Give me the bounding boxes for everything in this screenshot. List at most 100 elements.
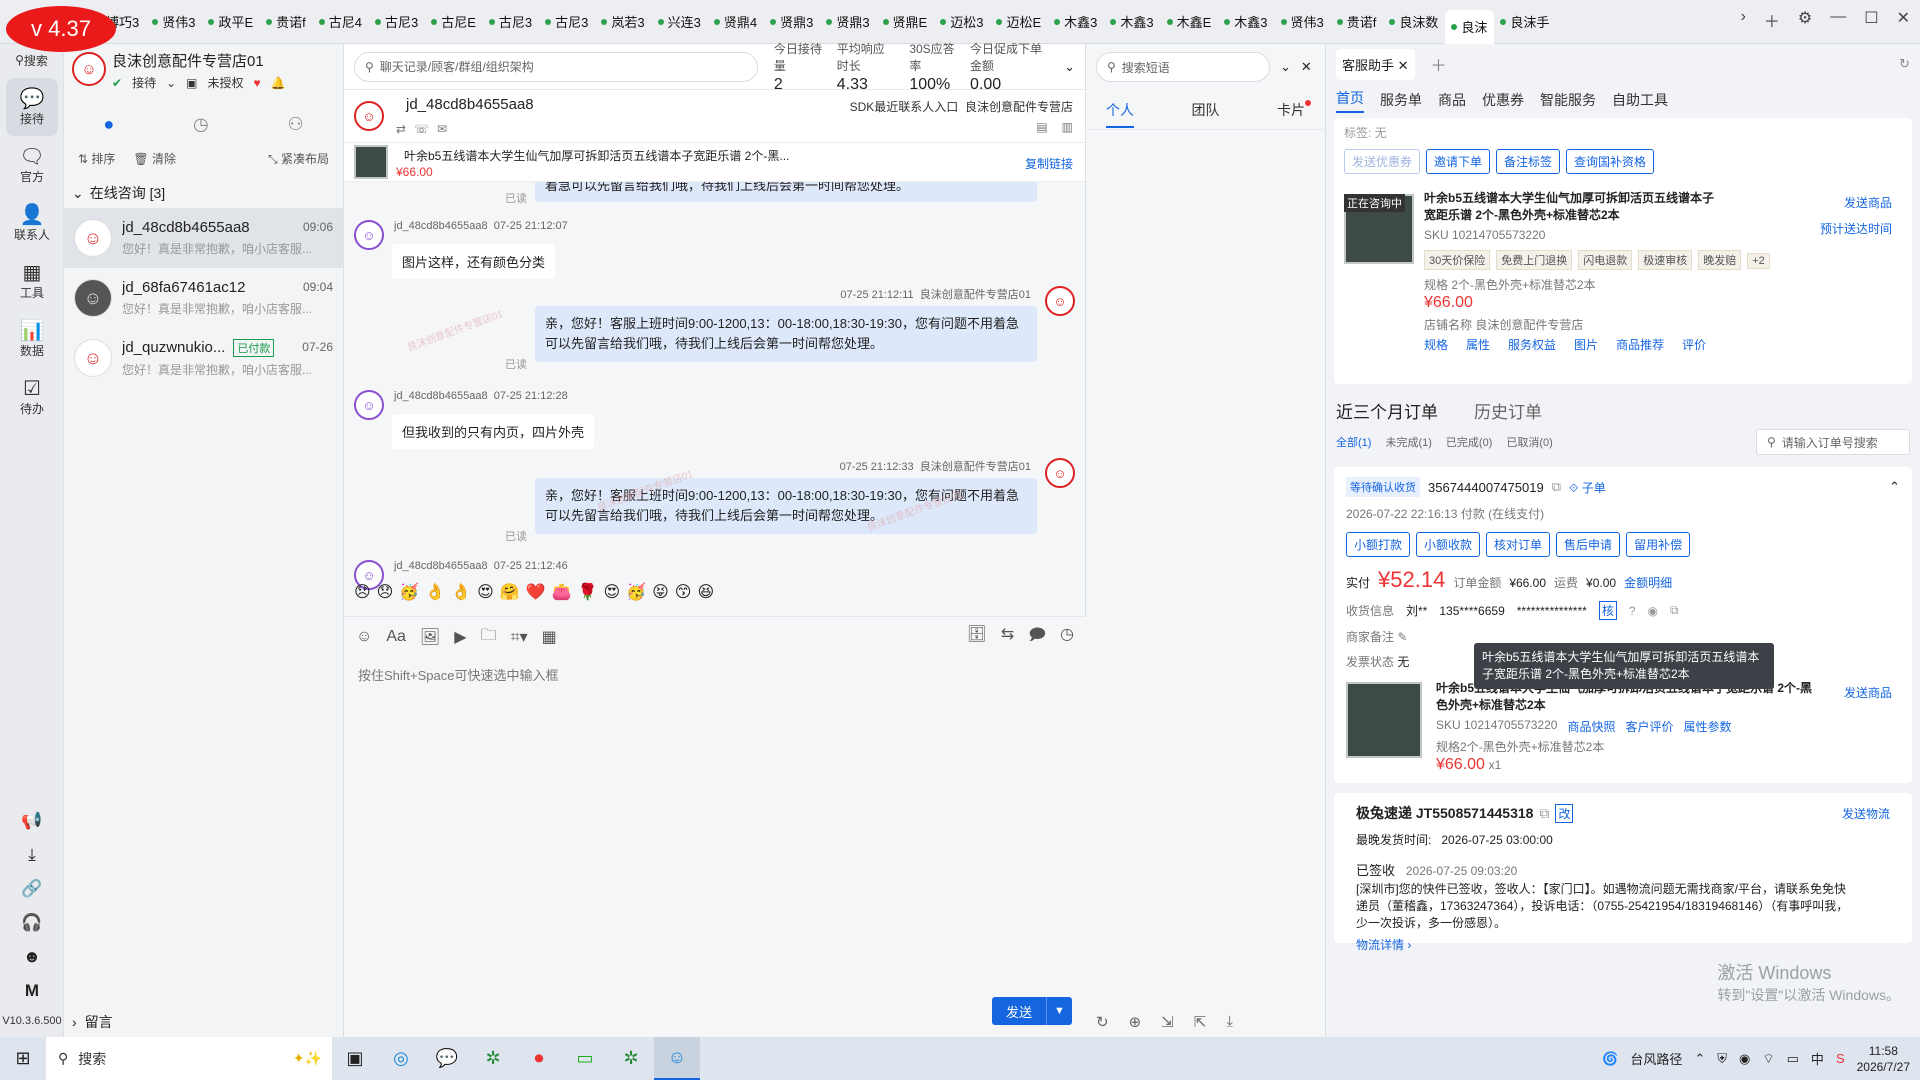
close-icon[interactable]: ✕ (1897, 8, 1910, 32)
copy-icon[interactable]: ⧉ (1539, 805, 1549, 822)
tab-shop[interactable]: 迈松3 (934, 7, 990, 37)
calculator-icon[interactable]: ▦ (542, 627, 557, 647)
assistant-nav-tab[interactable]: 服务单 (1380, 90, 1422, 110)
action-button[interactable]: 发送优惠券 (1344, 149, 1421, 174)
action-button[interactable]: 备注标签 (1496, 149, 1561, 174)
tab-shop[interactable]: 贤伟3 (1275, 7, 1331, 37)
tab-shop[interactable]: 木鑫E (1161, 7, 1219, 37)
sdk-entry-link[interactable]: SDK最近联系人入口 (850, 100, 959, 114)
nav-item-data[interactable]: 📊 数据 (0, 310, 64, 368)
close-icon[interactable]: ✕ (1398, 58, 1409, 73)
send-product-button[interactable]: 发送商品 (1844, 194, 1892, 211)
order-action-button[interactable]: 核对订单 (1486, 532, 1551, 557)
shield-icon[interactable]: ⛨ (1717, 1051, 1727, 1067)
order-item-link[interactable]: 客户评价 (1625, 718, 1673, 735)
nav-item-contacts[interactable]: 👤 联系人 (0, 194, 64, 252)
action-button[interactable]: 邀请下单 (1426, 149, 1491, 174)
assistant-nav-tab[interactable]: 优惠券 (1482, 90, 1524, 110)
tab-shop[interactable]: 木鑫3 (1218, 7, 1274, 37)
send-options-icon[interactable]: ▼ (1046, 997, 1072, 1025)
order-action-button[interactable]: 小额收款 (1416, 532, 1481, 557)
link-icon[interactable]: 🔗 (21, 879, 42, 899)
tab-shop[interactable]: 木鑫3 (1048, 7, 1104, 37)
order-action-button[interactable]: 小额打款 (1346, 532, 1411, 557)
sub-order-link[interactable]: ⟐ 子单 (1569, 479, 1606, 496)
transfer-icon[interactable]: ⇆ (1001, 624, 1014, 651)
new-tab-icon[interactable]: ＋ (1764, 8, 1780, 32)
headset-icon[interactable]: 🎧 (21, 913, 42, 933)
tab-shop[interactable]: 良沫数 (1383, 7, 1445, 37)
comment-icon[interactable]: 🗩 (1028, 624, 1046, 651)
tab-personal[interactable]: 个人 (1106, 100, 1134, 128)
order-filter[interactable]: 全部(1) (1336, 434, 1371, 450)
chevron-down-icon[interactable]: ⌄ (1064, 59, 1075, 75)
send-logistics-button[interactable]: 发送物流 (1842, 805, 1890, 822)
product-link[interactable]: 商品推荐 (1616, 336, 1664, 353)
collapse-icon[interactable]: ⌃ (1889, 479, 1900, 495)
tab-shop[interactable]: 古尼3 (483, 7, 539, 37)
app-icon[interactable]: ☺ (654, 1037, 700, 1080)
app-icon[interactable]: ⏺ (516, 1037, 562, 1080)
refresh-icon[interactable]: ↻ (1096, 1013, 1109, 1031)
online-section-header[interactable]: ⌄ 在线咨询 [3] (64, 178, 343, 208)
tab-shop[interactable]: 贤鼎3 (764, 7, 820, 37)
note-icon[interactable]: ▤ (1036, 120, 1047, 134)
arrival-time-button[interactable]: 预计送达时间 (1820, 220, 1892, 237)
robot-icon[interactable]: ☻ (23, 947, 41, 967)
app-icon[interactable]: ▭ (562, 1037, 608, 1080)
image-icon[interactable]: 🖼 (420, 627, 440, 647)
app-tray-icon[interactable]: S (1836, 1051, 1845, 1066)
chevron-up-icon[interactable]: ⌃ (1694, 1051, 1705, 1067)
tab-shop[interactable]: 古尼3 (539, 7, 595, 37)
archive-icon[interactable]: 🗄 (967, 624, 987, 651)
order-item-link[interactable]: 属性参数 (1683, 718, 1731, 735)
assistant-nav-tab[interactable]: 自助工具 (1612, 90, 1668, 110)
assistant-nav-tab[interactable]: 商品 (1438, 90, 1466, 110)
leave-message-section[interactable]: › 留言 (64, 1007, 113, 1037)
tab-card[interactable]: 卡片 (1277, 100, 1305, 120)
global-search-input[interactable]: ⚲ 聊天记录/顾客/群组/组织架构 (354, 51, 758, 82)
folder-icon[interactable]: 🗀 (481, 624, 497, 651)
eye-icon[interactable]: ◉ (1648, 604, 1658, 618)
sort-button[interactable]: ⇅ 排序 (78, 150, 115, 167)
compact-layout-button[interactable]: ⤡ 紧凑布局 (268, 150, 329, 167)
chat-filter-icon[interactable]: ● (103, 114, 114, 135)
tab-shop[interactable]: 贤伟3 (146, 7, 202, 37)
tab-shop[interactable]: 古尼3 (369, 7, 425, 37)
order-item-link[interactable]: 商品快照 (1567, 718, 1615, 735)
ime-indicator[interactable]: 中 (1811, 1049, 1824, 1068)
maximize-icon[interactable]: ☐ (1864, 8, 1878, 32)
message-input[interactable]: 按住Shift+Space可快速选中输入框 (344, 657, 1086, 692)
download-icon[interactable]: ⤓ (28, 845, 36, 865)
action-button[interactable]: 查询国补资格 (1566, 149, 1655, 174)
conversation-item[interactable]: ☺ jd_48cd8b4655aa8 您好！真是非常抱歉，咱小店客服... 09:06 (64, 208, 343, 268)
tab-shop[interactable]: 岚若3 (595, 7, 651, 37)
megaphone-icon[interactable]: 📢 (21, 811, 42, 831)
tab-shop[interactable]: 木鑫3 (1104, 7, 1160, 37)
add-tab-icon[interactable]: ＋ (1431, 52, 1447, 76)
bell-icon[interactable]: 🔔 (271, 76, 286, 90)
windows-start-icon[interactable]: ⊞ (0, 1037, 46, 1080)
wechat-tray-icon[interactable]: ◉ (1739, 1051, 1750, 1067)
conversation-item[interactable]: ☺ jd_quzwnukio... 已付款 您好！真是非常抱歉，咱小店客服... 07-… (64, 328, 343, 388)
order-item-image[interactable] (1346, 682, 1422, 758)
network-icon[interactable]: ⌔ (1762, 1051, 1774, 1067)
tab-shop[interactable]: 贵诺f (260, 7, 313, 37)
tab-shop[interactable]: 古尼4 (313, 7, 369, 37)
tab-shop[interactable]: 古尼E (425, 7, 483, 37)
add-icon[interactable]: ⊕ (1129, 1013, 1142, 1031)
tab-shop[interactable]: 迈松E (990, 7, 1048, 37)
m-logo-icon[interactable]: M (25, 981, 39, 1001)
assistant-nav-tab[interactable]: 首页 (1336, 88, 1364, 113)
bag-icon[interactable]: ▥ (1062, 120, 1073, 134)
order-action-button[interactable]: 售后申请 (1556, 532, 1621, 557)
nav-item-tools[interactable]: ▦ 工具 (0, 252, 64, 310)
tab-shop[interactable]: 政平E (202, 7, 260, 37)
taskbar-search[interactable]: ⚲ 搜索 ✦✨ (46, 1037, 332, 1080)
edge-icon[interactable]: ◎ (378, 1037, 424, 1080)
weather-label[interactable]: 台风路径 (1630, 1049, 1682, 1068)
tab-shop[interactable]: 贤鼎3 (820, 7, 876, 37)
collapse-icon[interactable]: ⌄ (1280, 59, 1291, 75)
product-link[interactable]: 规格 (1424, 336, 1448, 353)
tab-shop[interactable]: 贤鼎E (877, 7, 935, 37)
